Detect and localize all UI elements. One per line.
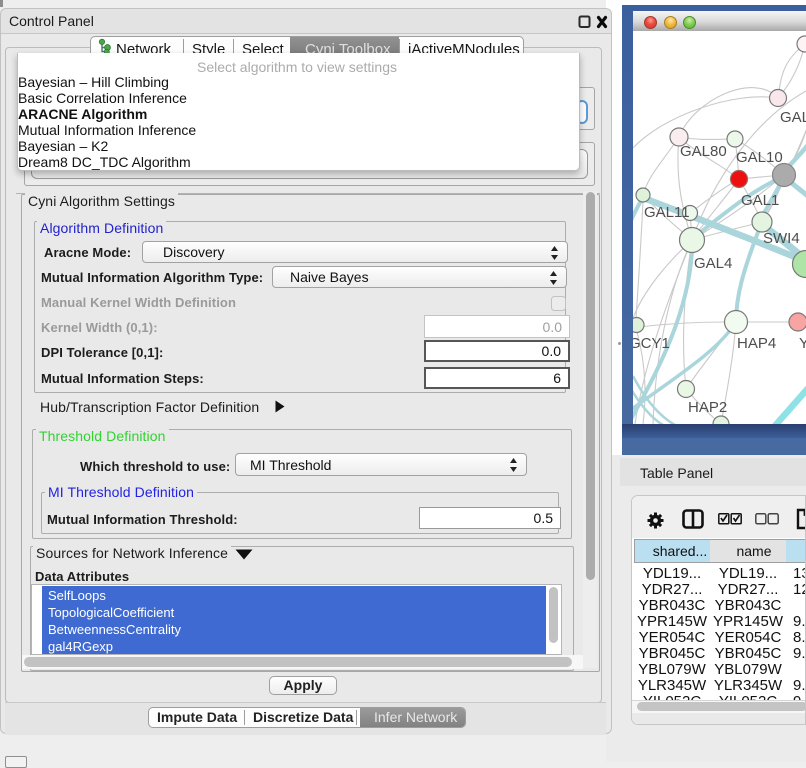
svg-text:HAP4: HAP4 [737, 335, 776, 352]
svg-text:Y: Y [799, 335, 806, 352]
svg-text:GAL80: GAL80 [680, 143, 727, 160]
svg-text:GCY1: GCY1 [633, 335, 670, 352]
svg-text:GAL10: GAL10 [736, 149, 783, 166]
svg-text:SWI4: SWI4 [763, 230, 800, 247]
svg-text:HAP2: HAP2 [688, 399, 727, 416]
svg-text:GAL1: GAL1 [741, 192, 779, 209]
svg-text:GAL2: GAL2 [780, 109, 806, 126]
svg-text:GAL4: GAL4 [694, 255, 732, 272]
svg-text:GAL11: GAL11 [644, 204, 690, 221]
